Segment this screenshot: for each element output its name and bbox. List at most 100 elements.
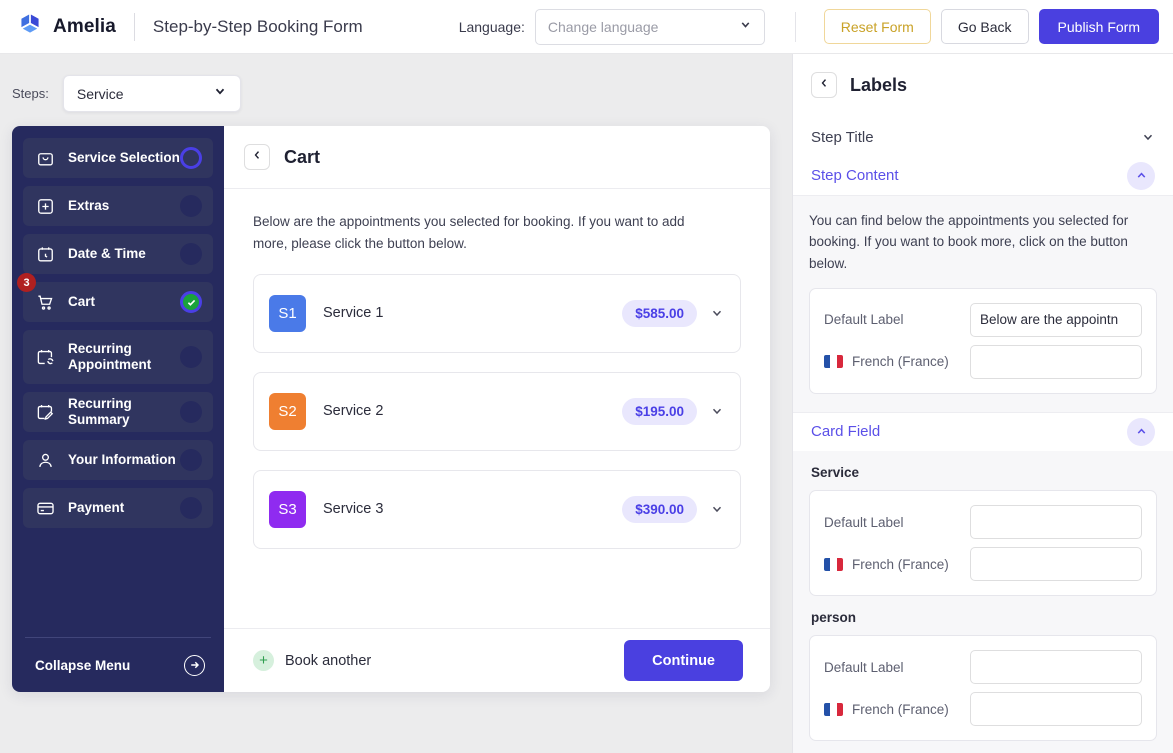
booking-form-preview: Service Selection Extras Date & Time 3 C… [12,126,770,692]
brand: Amelia [16,10,116,43]
label-field-row: Default Label [824,504,1142,540]
step-status-indicator [180,497,202,519]
step-status-indicator [180,243,202,265]
service-name: Service 1 [323,305,384,322]
form-title: Step-by-Step Booking Form [152,16,363,36]
sidebar-item-payment[interactable]: Payment [23,488,213,528]
sidebar-item-label: Cart [68,294,96,310]
arrow-right-circle-icon [184,654,205,676]
card-field-group-service: Service Default Label French (France) [793,451,1173,596]
accordion-card-field[interactable]: Card Field [793,413,1173,451]
field-label-text: French (France) [852,354,949,370]
step-status-indicator [180,195,202,217]
sidebar-item-recurring-summary[interactable]: Recurring Summary [23,392,213,432]
language-select[interactable]: Change language [534,8,765,45]
sidebar-item-cart[interactable]: 3 Cart [17,273,213,322]
person-field-box: Default Label French (France) [809,635,1157,741]
labels-panel-header: Labels [793,54,1173,118]
service-price: $390.00 [622,495,697,523]
sidebar-item-service-selection[interactable]: Service Selection [23,138,213,178]
field-label: Default Label [824,659,904,675]
toolbar-actions: Reset Form Go Back Publish Form [823,9,1159,44]
language-control: Language: Change language [458,8,765,45]
labels-back-button[interactable] [811,72,837,98]
brand-divider [133,12,135,41]
step-status-indicator [180,449,202,471]
cart-item-row[interactable]: S3 Service 3 $390.00 [253,469,741,549]
publish-form-button[interactable]: Publish Form [1038,9,1159,44]
steps-row: Steps: Service [0,54,792,112]
plus-square-icon [36,196,56,216]
plus-icon: + [253,650,274,671]
credit-card-icon [36,498,56,518]
sidebar-item-extras[interactable]: Extras [23,186,213,226]
french-flag-icon [824,702,843,716]
default-label-input[interactable] [970,505,1142,539]
chevron-left-icon [818,76,830,94]
sidebar-item-date-time[interactable]: Date & Time [23,234,213,274]
book-another-button[interactable]: + Book another [253,650,371,671]
chevron-down-icon[interactable] [710,502,724,516]
go-back-button[interactable]: Go Back [940,9,1029,44]
label-field-row: French (France) [824,546,1142,582]
sidebar-item-your-information[interactable]: Your Information [23,440,213,480]
chevron-up-icon [1127,417,1155,446]
step-panel: Cart Below are the appointments you sele… [224,126,770,692]
accordion-step-content[interactable]: Step Content [793,156,1173,194]
french-label-input[interactable] [970,692,1142,726]
french-flag-icon [824,355,843,369]
group-title: Service [811,465,860,480]
calendar-repeat-icon [36,347,56,367]
steps-label: Steps: [12,86,49,101]
accordion-step-title[interactable]: Step Title [793,118,1173,156]
cart-item-row[interactable]: S2 Service 2 $195.00 [253,371,741,451]
reset-form-button[interactable]: Reset Form [823,9,931,44]
chevron-down-icon [739,18,752,36]
french-label-input[interactable] [970,547,1142,581]
chevron-down-icon [1141,130,1155,144]
sidebar-item-recurring-appointment[interactable]: Recurring Appointment [23,330,213,384]
calendar-edit-icon [36,402,56,422]
page-title: Cart [284,146,321,167]
steps-select-value: Service [76,85,124,102]
field-label-text: French (France) [852,556,949,572]
group-bottom-spacer [809,741,1157,753]
label-field-row: French (France) [824,691,1142,727]
step-status-indicator [180,401,202,423]
panel-back-button[interactable] [244,144,270,170]
cart-item-row[interactable]: S1 Service 1 $585.00 [253,273,741,353]
group-title: person [811,610,857,625]
chevron-up-icon [1127,161,1155,190]
service-price: $585.00 [622,299,697,327]
field-label: French (France) [824,702,949,717]
amelia-form-builder: Amelia Step-by-Step Booking Form Languag… [0,0,1173,753]
chevron-down-icon[interactable] [710,306,724,320]
steps-select[interactable]: Service [62,75,241,112]
language-label: Language: [458,18,525,35]
field-label: French (France) [824,557,949,572]
service-code-chip: S3 [269,490,306,528]
label-field-row: French (France) [824,344,1142,380]
continue-button[interactable]: Continue [624,640,743,681]
field-label: Default Label [824,312,904,328]
step-status-indicator [180,147,202,169]
sidebar-item-label: Payment [68,500,125,516]
chevron-down-icon[interactable] [710,404,724,418]
default-label-input[interactable]: Below are the appointn [970,302,1142,337]
step-content-body: You can find below the appointments you … [793,194,1173,413]
labels-side-panel: Labels Step Title Step Content You can f… [792,54,1173,753]
step-sidebar: Service Selection Extras Date & Time 3 C… [12,126,224,692]
service-bag-icon [36,148,56,168]
field-label: French (France) [824,354,949,369]
accordion-title: Step Content [811,167,899,185]
amelia-cube-logo-icon [16,10,44,43]
card-field-group-person: person Default Label French (France) [793,596,1173,753]
panel-footer: + Book another Continue [224,628,770,692]
french-label-input[interactable] [970,344,1142,379]
collapse-menu-button[interactable]: Collapse Menu [23,638,213,692]
step-status-indicator [180,291,202,313]
panel-intro-text: Below are the appointments you selected … [253,214,685,251]
default-label-input[interactable] [970,650,1142,684]
workspace: Steps: Service Service Selection Extras … [0,54,1173,753]
service-name: Service 2 [323,403,384,420]
